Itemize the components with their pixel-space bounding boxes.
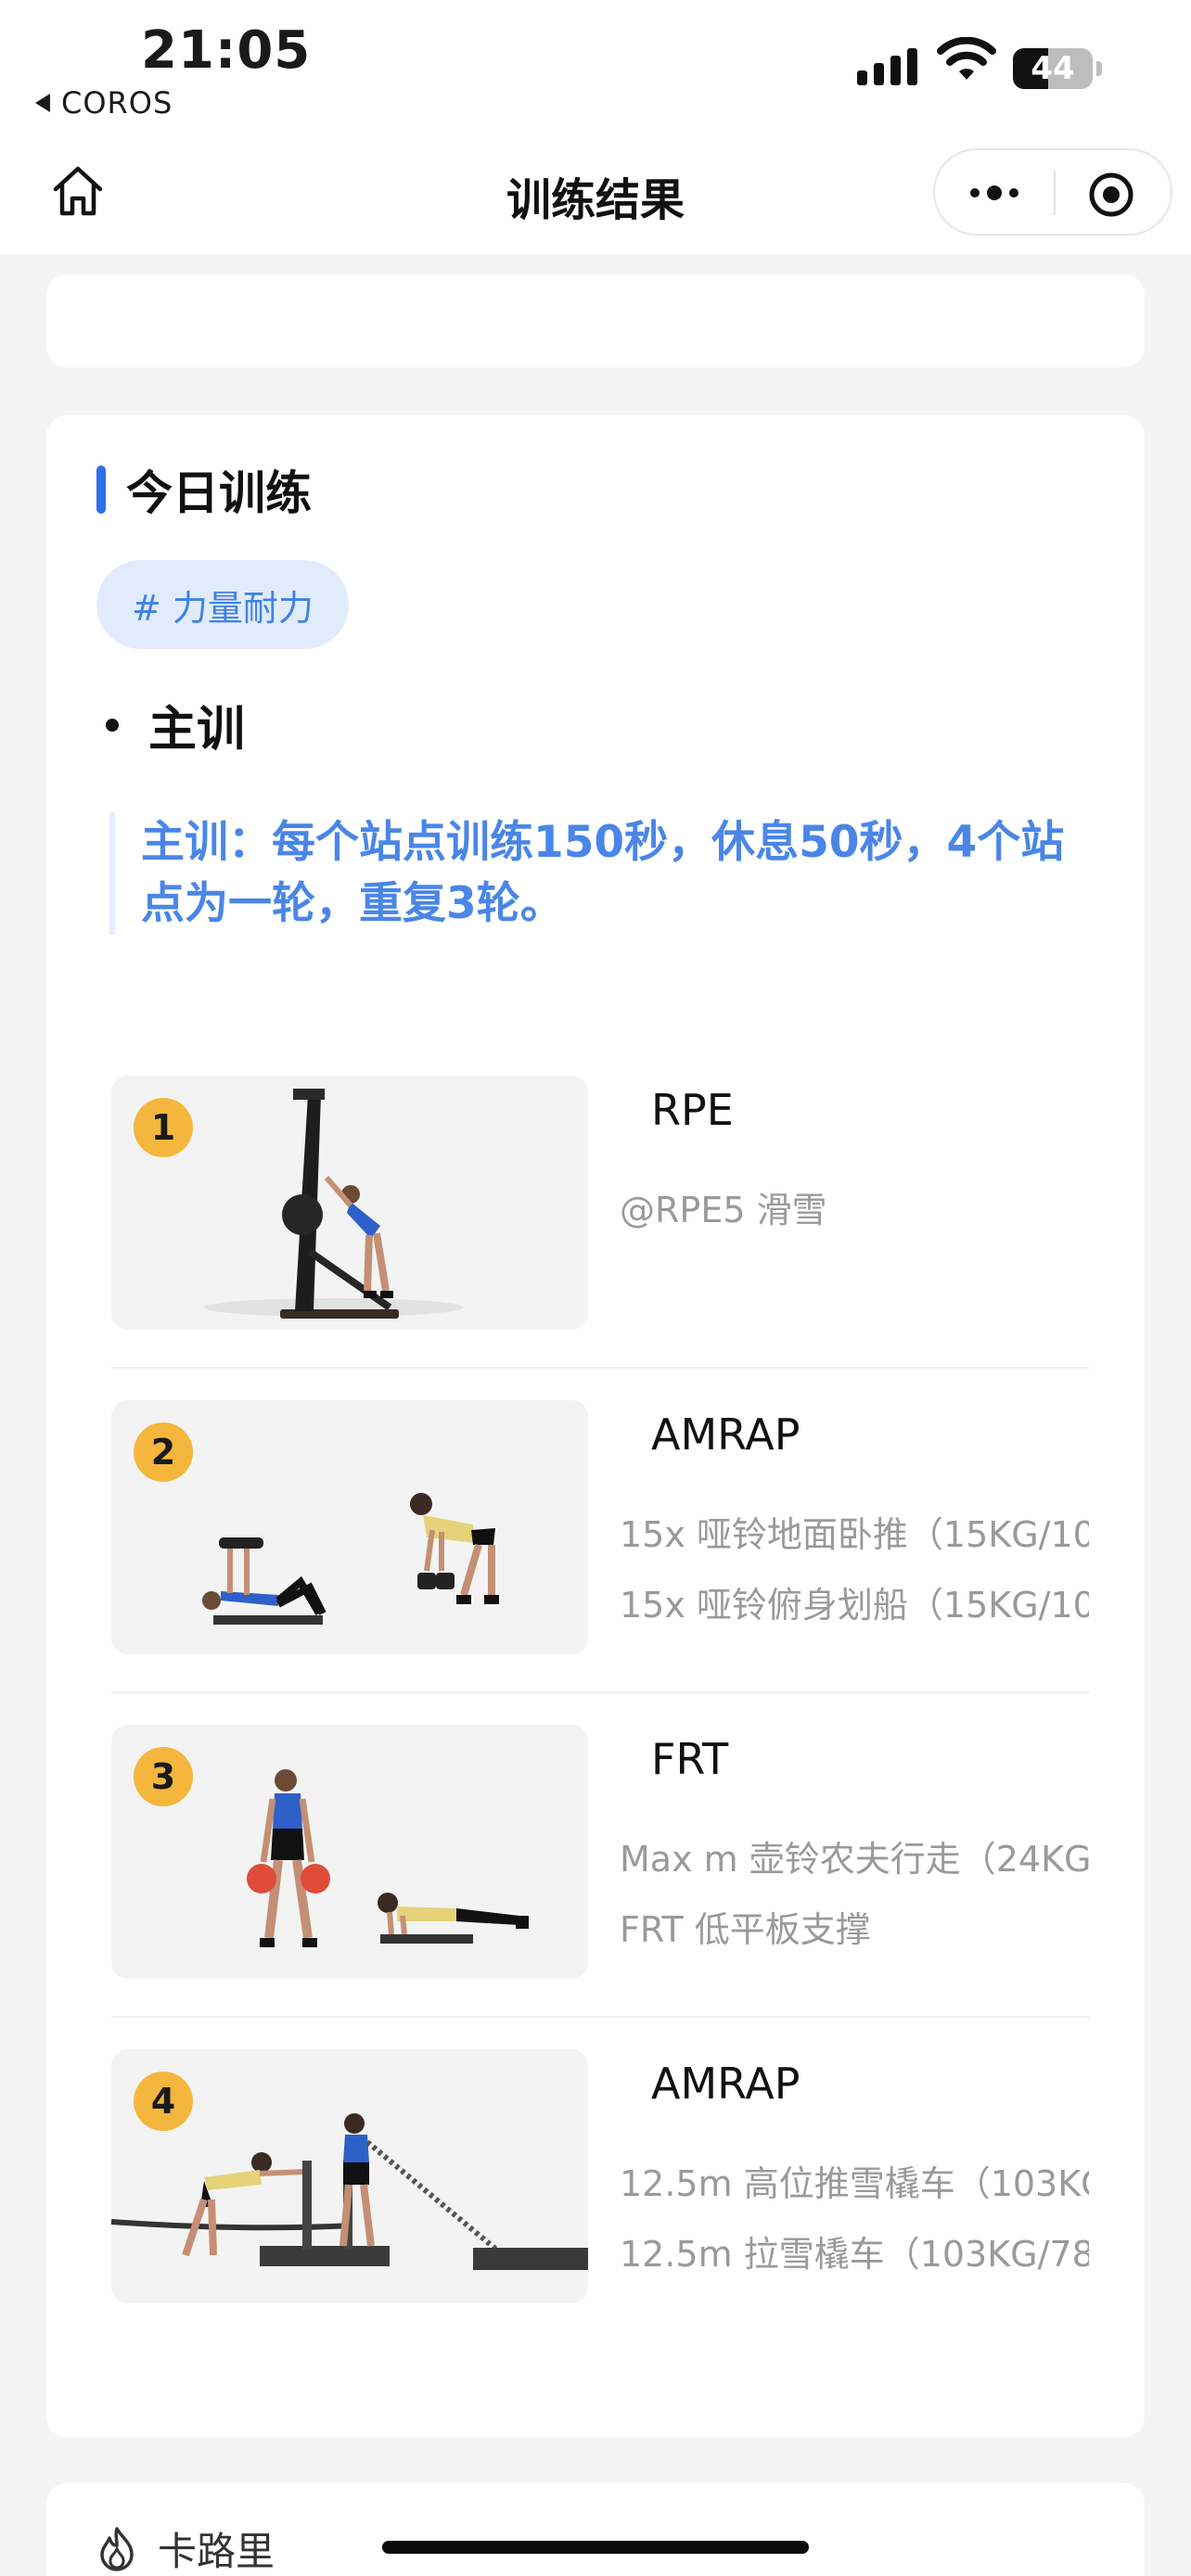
section-title: 今日训练 bbox=[126, 466, 312, 520]
summary-card bbox=[46, 274, 1145, 367]
divider bbox=[111, 2016, 1089, 2018]
exercise-number-badge: 2 bbox=[134, 1422, 193, 1482]
calorie-card: 卡路里 bbox=[46, 2483, 1145, 2576]
close-mini-program-button[interactable] bbox=[1085, 169, 1137, 221]
bullet-heading: 主训 bbox=[106, 690, 245, 759]
status-bar: 21:05 COROS 44 bbox=[0, 0, 1191, 139]
status-time: 21:05 bbox=[141, 20, 312, 81]
back-to-app-link[interactable]: COROS bbox=[35, 85, 173, 121]
more-button[interactable] bbox=[957, 169, 1031, 217]
back-triangle-icon bbox=[35, 94, 50, 112]
section-accent-bar bbox=[96, 465, 106, 514]
divider bbox=[111, 1691, 1089, 1693]
exercise-item[interactable]: 3 FRT Max m 壶铃农夫行走（24KG FRT 低平板支撑 bbox=[111, 1725, 1089, 1979]
back-app-label: COROS bbox=[61, 85, 173, 121]
exercise-type: RPE bbox=[651, 1085, 734, 1135]
exercise-thumbnail: 2 bbox=[111, 1400, 588, 1654]
bullet-dot bbox=[106, 718, 119, 732]
exercise-detail: @RPE5 滑雪 bbox=[620, 1190, 827, 1231]
exercise-number-badge: 3 bbox=[134, 1747, 193, 1806]
battery-tip bbox=[1096, 61, 1102, 76]
exercise-thumbnail: 3 bbox=[111, 1725, 588, 1979]
exercise-detail: 12.5m 拉雪橇车（103KG/78 bbox=[620, 2234, 1089, 2275]
exercise-item[interactable]: 2 AMRAP 15x 哑铃地面卧推（15KG/10 15x 哑铃俯身划船（15… bbox=[111, 1400, 1089, 1654]
capsule-divider bbox=[1054, 171, 1056, 215]
exercise-item[interactable]: 4 AMRAP 12.5m 高位推雪橇车（103KG 12.5m 拉雪橇车（10… bbox=[111, 2049, 1089, 2303]
bullet-heading-text: 主训 bbox=[148, 702, 246, 758]
mini-program-capsule bbox=[933, 148, 1172, 236]
home-indicator[interactable] bbox=[382, 2541, 809, 2554]
today-workout-card: 今日训练 # 力量耐力 主训 主训：每个站点训练150秒，休息50秒，4个站点为… bbox=[46, 415, 1145, 2437]
exercise-detail: FRT 低平板支撑 bbox=[620, 1909, 871, 1950]
divider bbox=[111, 1367, 1089, 1369]
exercise-number-badge: 1 bbox=[134, 1098, 193, 1157]
exercise-type: AMRAP bbox=[651, 2059, 800, 2109]
section-header: 今日训练 bbox=[96, 456, 312, 523]
exercise-thumbnail: 4 bbox=[111, 2049, 588, 2303]
exercise-number-badge: 4 bbox=[134, 2072, 193, 2131]
target-icon bbox=[1089, 172, 1133, 217]
battery-level: 44 bbox=[1031, 50, 1075, 87]
exercise-detail: 15x 哑铃俯身划船（15KG/10 bbox=[620, 1585, 1089, 1626]
exercise-item[interactable]: 1 RPE @RPE5 滑雪 bbox=[111, 1076, 1089, 1330]
exercise-detail: 12.5m 高位推雪橇车（103KG bbox=[620, 2163, 1089, 2204]
calorie-row: 卡路里 bbox=[96, 2520, 275, 2576]
flame-icon bbox=[100, 2526, 134, 2571]
battery-icon: 44 bbox=[1013, 48, 1093, 89]
nav-bar: 训练结果 bbox=[0, 139, 1191, 254]
wifi-icon bbox=[937, 37, 996, 80]
calorie-label: 卡路里 bbox=[158, 2529, 275, 2574]
exercise-thumbnail: 1 bbox=[111, 1076, 588, 1330]
cellular-signal-icon bbox=[857, 39, 917, 85]
exercise-detail: 15x 哑铃地面卧推（15KG/10 bbox=[620, 1514, 1089, 1555]
workout-description: 主训：每个站点训练150秒，休息50秒，4个站点为一轮，重复3轮。 bbox=[109, 812, 1093, 935]
exercise-type: AMRAP bbox=[651, 1409, 800, 1460]
workout-tag[interactable]: # 力量耐力 bbox=[96, 560, 349, 649]
exercise-detail: Max m 壶铃农夫行走（24KG bbox=[620, 1839, 1089, 1880]
exercise-type: FRT bbox=[651, 1734, 729, 1784]
